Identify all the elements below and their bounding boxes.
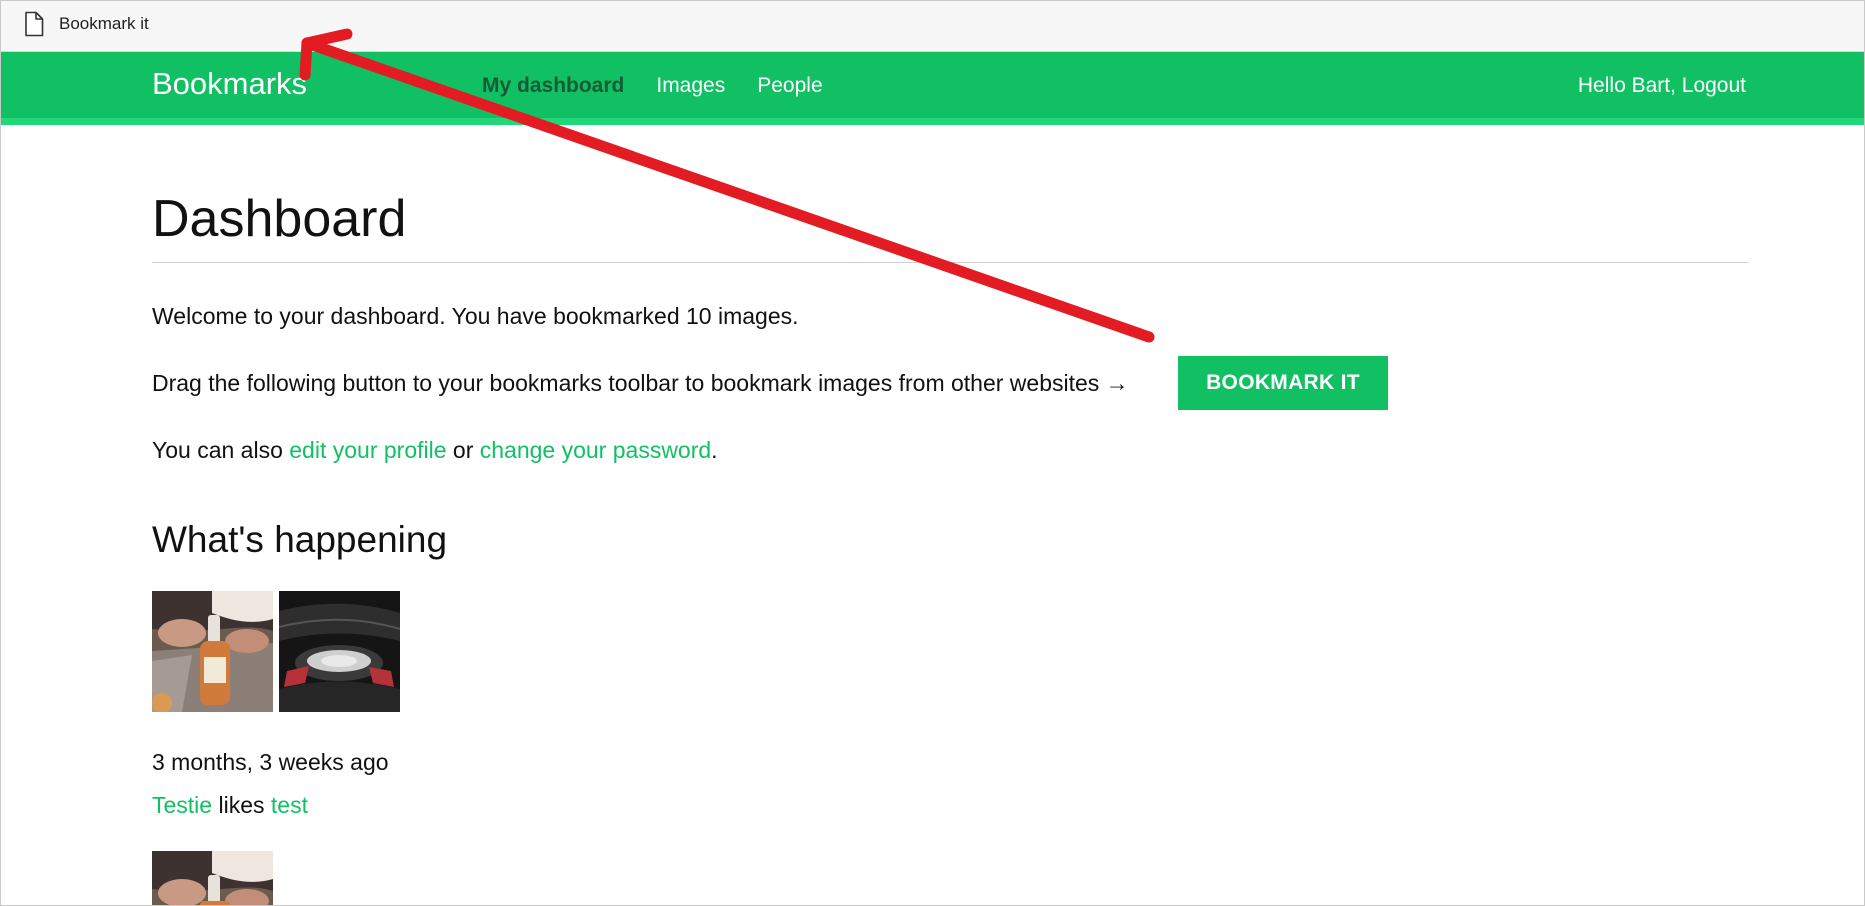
bookmark-label: Bookmark it bbox=[59, 14, 149, 33]
drag-instructions: Drag the following button to your bookma… bbox=[152, 370, 1129, 396]
bottle-photo bbox=[152, 591, 273, 712]
bookmarks-toolbar: Bookmark it bbox=[1, 1, 1864, 52]
activity-verb: likes bbox=[212, 792, 271, 818]
also-prefix: You can also bbox=[152, 437, 290, 463]
greeting-text: Hello Bart, bbox=[1577, 74, 1682, 97]
stadium-photo bbox=[279, 591, 400, 712]
bottle-photo bbox=[152, 851, 273, 905]
change-password-link[interactable]: change your password bbox=[480, 437, 711, 463]
nav-people[interactable]: People bbox=[757, 74, 822, 98]
brand-logo[interactable]: Bookmarks bbox=[152, 66, 307, 102]
edit-profile-link[interactable]: edit your profile bbox=[289, 437, 446, 463]
image-thumbnail[interactable] bbox=[152, 851, 273, 905]
bookmark-it-bookmarklet[interactable]: Bookmark it bbox=[23, 11, 149, 37]
image-thumbnail[interactable] bbox=[279, 591, 400, 712]
section-title-whats-happening: What's happening bbox=[152, 519, 448, 560]
activity-action: Testie likes test bbox=[152, 792, 308, 819]
nav-images[interactable]: Images bbox=[656, 74, 725, 98]
also-middle: or bbox=[446, 437, 480, 463]
profile-links-text: You can also edit your profile or change… bbox=[152, 437, 718, 464]
user-greeting: Hello Bart, Logout bbox=[1578, 74, 1746, 98]
welcome-text: Welcome to your dashboard. You have book… bbox=[152, 303, 799, 329]
also-suffix: . bbox=[711, 437, 718, 463]
bookmark-it-button[interactable]: BOOKMARK IT bbox=[1178, 356, 1388, 410]
nav-my-dashboard[interactable]: My dashboard bbox=[482, 74, 624, 98]
page-title: Dashboard bbox=[152, 190, 407, 248]
main-nav: My dashboard Images People bbox=[482, 74, 823, 98]
activity-user-link[interactable]: Testie bbox=[152, 792, 212, 818]
activity-target-link[interactable]: test bbox=[271, 792, 308, 818]
site-header: Bookmarks My dashboard Images People Hel… bbox=[1, 52, 1864, 125]
browser-window: Bookmark it Bookmarks My dashboard Image… bbox=[0, 0, 1865, 906]
activity-timestamp: 3 months, 3 weeks ago bbox=[152, 749, 389, 775]
page-icon bbox=[25, 11, 44, 37]
logout-link[interactable]: Logout bbox=[1682, 74, 1746, 97]
title-divider bbox=[152, 262, 1748, 263]
image-thumbnail[interactable] bbox=[152, 591, 273, 712]
